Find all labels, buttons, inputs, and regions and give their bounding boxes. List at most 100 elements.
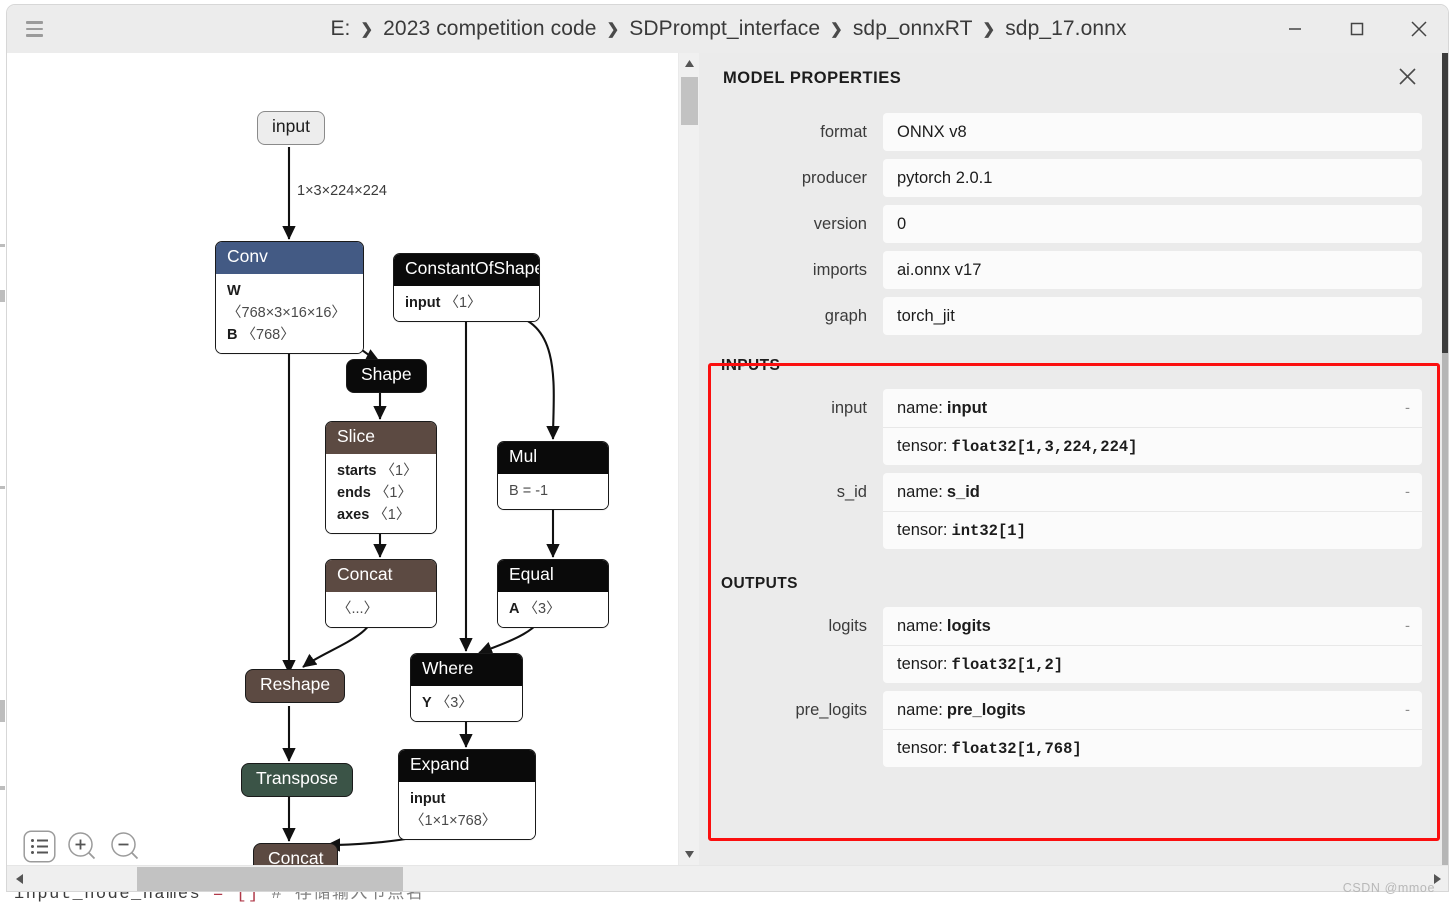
panel-title: MODEL PROPERTIES	[723, 69, 901, 88]
property-value[interactable]: torch_jit	[883, 297, 1422, 335]
breadcrumb-item-1[interactable]: 2023 competition code	[383, 17, 596, 41]
maximize-icon	[1346, 18, 1368, 40]
node-attr-row: W 〈768×3×16×16〉	[227, 280, 352, 324]
io-label: pre_logits	[707, 691, 883, 729]
node-title: Transpose	[241, 763, 353, 797]
breadcrumb-item-0[interactable]: E:	[330, 17, 350, 41]
maximize-button[interactable]	[1326, 5, 1388, 53]
node-title: ConstantOfShape	[394, 254, 539, 286]
property-value[interactable]: ai.onnx v17	[883, 251, 1422, 289]
graph-node-reshape[interactable]: Reshape	[245, 669, 345, 703]
io-tensor-line: tensor:float32[1,3,224,224]	[883, 427, 1422, 465]
close-button[interactable]	[1388, 5, 1449, 53]
property-row-graph: graph torch_jit	[699, 297, 1422, 335]
graph-node-mul[interactable]: Mul B = -1	[497, 441, 609, 510]
properties-scroll-thumb[interactable]	[1442, 53, 1448, 353]
property-row-version: version 0	[699, 205, 1422, 243]
breadcrumb-item-4[interactable]: sdp_17.onnx	[1005, 17, 1126, 41]
io-tensor-prefix: tensor:	[897, 437, 947, 456]
io-collapse-toggle[interactable]: -	[1405, 618, 1410, 635]
io-detail-block: name:logits - tensor:float32[1,2]	[883, 607, 1422, 683]
property-label: imports	[707, 251, 883, 289]
graph-node-where[interactable]: Where Y 〈3〉	[410, 653, 523, 722]
node-title: Equal	[498, 560, 608, 592]
graph-node-input[interactable]: input	[257, 111, 325, 145]
io-tensor-prefix: tensor:	[897, 739, 947, 758]
graph-canvas[interactable]: 1×3×224×224 input Conv W 〈768×3×16×16〉 B…	[7, 53, 699, 892]
graph-node-transpose[interactable]: Transpose	[241, 763, 353, 797]
property-value[interactable]: pytorch 2.0.1	[883, 159, 1422, 197]
breadcrumb-item-3[interactable]: sdp_onnxRT	[853, 17, 973, 41]
properties-scroll-track[interactable]	[1442, 353, 1448, 892]
graph-node-shape[interactable]: Shape	[346, 359, 427, 393]
scroll-down-button[interactable]	[679, 844, 700, 865]
breadcrumb-separator-icon: ❯	[360, 20, 373, 38]
edge-label-input-to-conv: 1×3×224×224	[297, 183, 387, 199]
io-name-value: logits	[947, 617, 991, 636]
horizontal-scrollbar[interactable]	[7, 865, 1449, 891]
graph-node-expand[interactable]: Expand input 〈1×1×768〉	[398, 749, 536, 840]
graph-node-concat-1[interactable]: Concat 〈...〉	[325, 559, 437, 628]
breadcrumb-separator-icon: ❯	[983, 20, 996, 38]
model-properties-panel: MODEL PROPERTIES format ONNX v8 producer…	[699, 53, 1449, 892]
io-collapse-toggle[interactable]: -	[1405, 702, 1410, 719]
graph-node-equal[interactable]: Equal A 〈3〉	[497, 559, 609, 628]
model-fields: format ONNX v8 producer pytorch 2.0.1 ve…	[699, 103, 1449, 335]
io-tensor-value: float32[1,3,224,224]	[951, 438, 1137, 456]
chevron-up-icon	[684, 59, 695, 68]
io-name-value: pre_logits	[947, 701, 1026, 720]
node-title: Where	[411, 654, 522, 686]
breadcrumb-item-2[interactable]: SDPrompt_interface	[629, 17, 820, 41]
node-title: Mul	[498, 442, 608, 474]
breadcrumb-separator-icon: ❯	[607, 20, 620, 38]
breadcrumb-separator-icon: ❯	[830, 20, 843, 38]
graph-toolbar	[23, 830, 142, 863]
node-attr-row: A 〈3〉	[509, 598, 597, 620]
node-title: Expand	[399, 750, 535, 782]
node-title: Conv	[216, 242, 363, 274]
zoom-in-icon[interactable]	[66, 830, 99, 863]
properties-scrollbar[interactable]	[1442, 53, 1448, 892]
node-attr-row: B 〈768〉	[227, 324, 352, 346]
chevron-down-icon	[684, 850, 695, 859]
properties-list-icon[interactable]	[23, 830, 56, 863]
zoom-out-icon[interactable]	[109, 830, 142, 863]
node-attributes: W 〈768×3×16×16〉 B 〈768〉	[216, 274, 363, 353]
node-attr-row: Y 〈3〉	[422, 692, 511, 714]
outputs-row-pre_logits: pre_logits name:pre_logits - tensor:floa…	[699, 691, 1422, 767]
node-attr-row: axes 〈1〉	[337, 504, 425, 526]
scroll-left-button[interactable]	[7, 866, 33, 892]
property-label: graph	[707, 297, 883, 335]
graph-vertical-scrollbar[interactable]	[678, 53, 699, 892]
graph-scroll-thumb[interactable]	[681, 77, 698, 125]
graph-node-slice[interactable]: Slice starts 〈1〉 ends 〈1〉 axes 〈1〉	[325, 421, 437, 534]
property-row-producer: producer pytorch 2.0.1	[699, 159, 1422, 197]
graph-node-conv[interactable]: Conv W 〈768×3×16×16〉 B 〈768〉	[215, 241, 364, 354]
io-collapse-toggle[interactable]: -	[1405, 484, 1410, 501]
node-attributes: input 〈1×1×768〉	[399, 782, 535, 839]
node-attributes: Y 〈3〉	[411, 686, 522, 721]
node-attr-row: B = -1	[509, 480, 597, 502]
horizontal-scroll-thumb[interactable]	[137, 867, 403, 891]
io-collapse-toggle[interactable]: -	[1405, 400, 1410, 417]
horizontal-scroll-track[interactable]	[33, 866, 1424, 892]
hamburger-menu-icon[interactable]	[11, 5, 57, 53]
property-value[interactable]: 0	[883, 205, 1422, 243]
close-properties-button[interactable]	[1392, 61, 1424, 93]
property-label: version	[707, 205, 883, 243]
io-name-line: name:input -	[883, 389, 1422, 427]
graph-node-constantofshape[interactable]: ConstantOfShape input 〈1〉	[393, 253, 540, 322]
io-name-line: name:s_id -	[883, 473, 1422, 511]
close-icon	[1406, 16, 1432, 42]
io-name-line: name:pre_logits -	[883, 691, 1422, 729]
property-value[interactable]: ONNX v8	[883, 113, 1422, 151]
node-title: Slice	[326, 422, 436, 454]
properties-header: MODEL PROPERTIES	[699, 53, 1449, 103]
node-attr-row: input 〈1〉	[405, 292, 528, 314]
scroll-up-button[interactable]	[679, 53, 700, 74]
watermark: CSDN @mmoe	[1343, 881, 1435, 895]
io-tensor-prefix: tensor:	[897, 521, 947, 540]
node-title: Reshape	[245, 669, 345, 703]
minimize-button[interactable]	[1264, 5, 1326, 53]
io-tensor-line: tensor:float32[1,2]	[883, 645, 1422, 683]
